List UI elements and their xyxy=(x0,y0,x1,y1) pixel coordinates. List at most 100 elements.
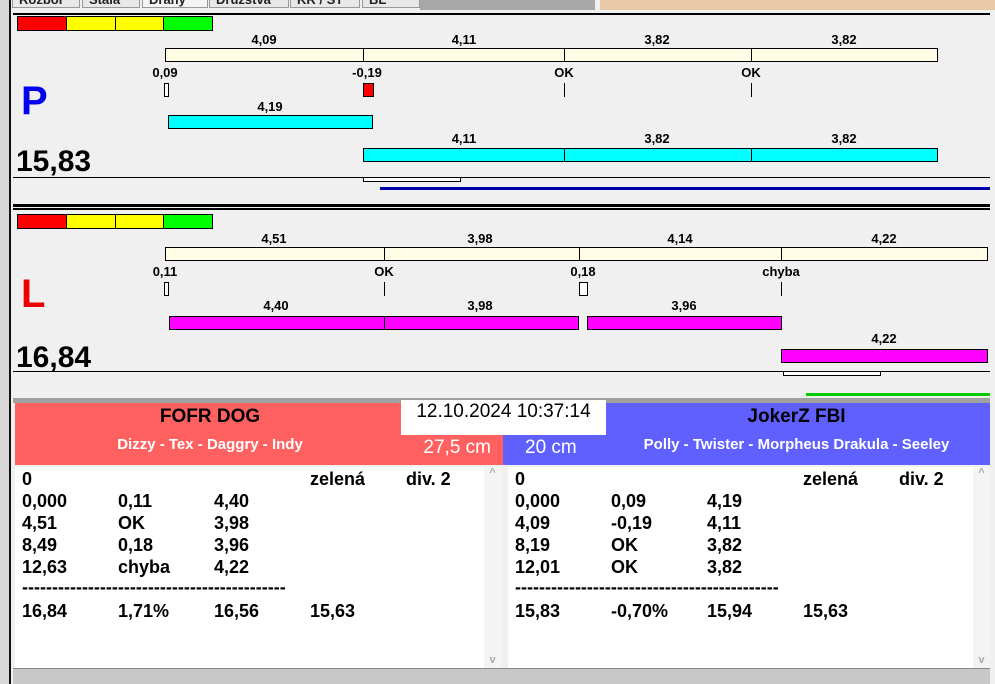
list-cell: ----------------------------------------… xyxy=(22,577,286,597)
run-time: 4,11 xyxy=(451,131,477,146)
list-cell: 4,22 xyxy=(214,557,250,577)
list-cell: chyba xyxy=(118,557,171,577)
light-indicator xyxy=(17,16,213,31)
list-cell: 0,000 xyxy=(22,491,68,511)
scroll-up-icon[interactable]: ^ xyxy=(484,467,501,479)
segment-time: 3,98 xyxy=(467,231,493,246)
track-segment xyxy=(363,48,565,62)
tab-strip-filler xyxy=(420,0,595,10)
list-cell: 12,63 xyxy=(22,557,68,577)
light-indicator xyxy=(17,214,213,229)
list-cell: 0 xyxy=(515,469,526,489)
reaction-time: chyba xyxy=(762,264,800,279)
list-cell: div. 2 xyxy=(899,469,944,489)
progress-line xyxy=(380,187,990,190)
tab-stala[interactable]: Stála xyxy=(82,0,140,8)
tab-druzstva[interactable]: Družstva xyxy=(209,0,289,8)
list-cell: 0,09 xyxy=(611,491,647,511)
reaction-time: 0,09 xyxy=(152,65,178,80)
segment-time: 4,11 xyxy=(451,32,477,47)
list-cell: 15,63 xyxy=(310,601,356,621)
right-results-list[interactable]: 0 zelená div. 2 0,000 0,09 4,19 4,09 -0,19 4,11 8… xyxy=(508,467,990,668)
lane-l-panel: 4,51 3,98 4,14 4,22 0,11 OK 0,18 chyba L… xyxy=(13,208,990,400)
run-time: 4,40 xyxy=(263,298,289,313)
run-time: 4,19 xyxy=(257,99,283,114)
scrollbar[interactable]: ^ v xyxy=(484,467,501,668)
team-name: FOFR DOG xyxy=(159,406,261,427)
scrollbar[interactable]: ^ v xyxy=(973,467,990,668)
lane-p-panel: 4,09 4,11 3,82 3,82 0,09 -0,19 OK OK P 4… xyxy=(13,13,990,207)
lane-total-time: 16,84 xyxy=(16,341,92,374)
segment-time: 4,14 xyxy=(667,231,693,246)
track-segment xyxy=(384,247,580,261)
run-bar xyxy=(168,115,373,129)
timeline-line xyxy=(13,177,990,178)
list-cell: 0,11 xyxy=(118,491,153,511)
list-cell: 12,01 xyxy=(515,557,561,577)
list-cell: 8,49 xyxy=(22,535,58,555)
reaction-marker xyxy=(164,282,169,296)
left-results-list[interactable]: 0 zelená div. 2 0,000 0,11 4,40 4,51 OK 3,98 8,49… xyxy=(15,467,501,668)
team-height: 20 cm xyxy=(525,437,577,458)
list-cell: zelená xyxy=(803,469,859,489)
segment-time: 3,82 xyxy=(644,32,670,47)
run-time: 3,98 xyxy=(467,298,493,313)
list-cell: 16,84 xyxy=(22,601,68,621)
list-cell: 4,51 xyxy=(22,513,58,533)
list-cell: 16,56 xyxy=(214,601,260,621)
reaction-time: 0,11 xyxy=(152,264,178,279)
reaction-tick xyxy=(384,282,385,296)
list-cell: zelená xyxy=(310,469,366,489)
scroll-down-icon[interactable]: v xyxy=(484,654,501,666)
list-cell: 4,09 xyxy=(515,513,551,533)
reaction-time: OK xyxy=(554,65,574,80)
list-cell: 1,71% xyxy=(118,601,170,621)
list-cell: 4,19 xyxy=(707,491,743,511)
list-cell: 3,98 xyxy=(214,513,250,533)
run-time: 4,22 xyxy=(871,331,897,346)
scroll-up-icon[interactable]: ^ xyxy=(973,467,990,479)
list-cell: OK xyxy=(118,513,145,533)
track-segment xyxy=(781,247,988,261)
reaction-tick xyxy=(564,83,565,97)
reaction-time: 0,18 xyxy=(570,264,596,279)
run-bar xyxy=(363,148,565,162)
status-bar xyxy=(13,668,990,684)
list-cell: div. 2 xyxy=(406,469,451,489)
tab-strip-bg xyxy=(600,0,995,10)
scroll-down-icon[interactable]: v xyxy=(973,654,990,666)
list-cell: 15,94 xyxy=(707,601,753,621)
reaction-time: OK xyxy=(741,65,761,80)
tab-bl[interactable]: BL xyxy=(362,0,420,8)
run-bar xyxy=(384,316,579,330)
team-name: JokerZ FBI xyxy=(747,406,846,427)
track-segment xyxy=(165,247,385,261)
segment-time: 3,82 xyxy=(831,32,857,47)
lane-letter: L xyxy=(21,272,46,316)
reaction-time: -0,19 xyxy=(352,65,382,80)
run-bar xyxy=(751,148,938,162)
list-cell: 0,000 xyxy=(515,491,561,511)
list-cell: OK xyxy=(611,557,638,577)
tab-rozbor[interactable]: Rozbor xyxy=(12,0,80,8)
timeline-marker xyxy=(363,177,461,182)
list-cell: -0,19 xyxy=(611,513,653,533)
run-bar xyxy=(169,316,385,330)
list-cell: -0,70% xyxy=(611,601,669,621)
lane-total-time: 15,83 xyxy=(16,145,92,178)
lane-letter: P xyxy=(21,79,48,123)
list-cell: 0,18 xyxy=(118,535,154,555)
window-left-edge xyxy=(0,0,11,684)
list-cell: 3,96 xyxy=(214,535,250,555)
reaction-marker xyxy=(579,282,588,296)
track-segment xyxy=(564,48,752,62)
list-cell: 4,40 xyxy=(214,491,250,511)
list-cell: 4,11 xyxy=(707,513,742,533)
run-time: 3,82 xyxy=(831,131,857,146)
tab-drahy[interactable]: Dráhy xyxy=(142,0,208,8)
track-segment xyxy=(165,48,366,62)
tab-kr-st[interactable]: KR / ST xyxy=(290,0,360,8)
segment-time: 4,22 xyxy=(871,231,897,246)
datetime-display: 12.10.2024 10:37:14 xyxy=(401,400,606,435)
timeline-marker xyxy=(783,371,881,376)
